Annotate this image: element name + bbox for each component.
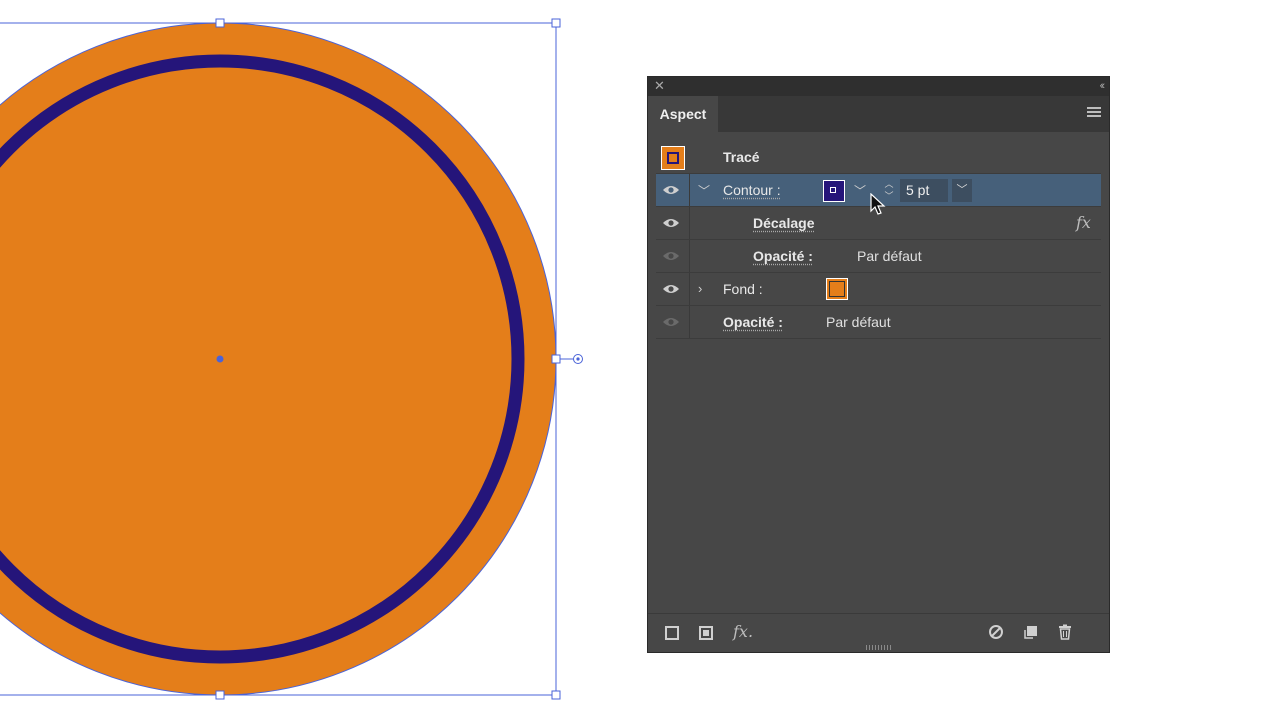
row-divider bbox=[689, 174, 690, 206]
panel-menu-icon[interactable] bbox=[1087, 107, 1101, 119]
object-thumbnail bbox=[661, 146, 685, 170]
stroke-opacity-label[interactable]: Opacité : bbox=[753, 248, 813, 264]
swatch-dropdown-chevron-icon[interactable]: ﹀ bbox=[854, 182, 866, 199]
tab-aspect[interactable]: Aspect bbox=[648, 96, 718, 132]
artwork-canvas[interactable] bbox=[0, 0, 640, 720]
row-fill[interactable]: › Fond : bbox=[656, 273, 1101, 306]
duplicate-item-icon[interactable] bbox=[1023, 624, 1039, 640]
add-new-fill-icon[interactable] bbox=[699, 626, 713, 640]
row-divider bbox=[689, 240, 690, 272]
offset-effect-label[interactable]: Décalage bbox=[753, 215, 814, 231]
opacity-value: Par défaut bbox=[826, 314, 891, 330]
handle-bottom-middle[interactable] bbox=[215, 690, 225, 700]
panel-resize-grip[interactable] bbox=[865, 645, 892, 650]
stroke-opacity-value: Par défaut bbox=[857, 248, 922, 264]
row-divider bbox=[689, 306, 690, 338]
row-divider bbox=[689, 273, 690, 305]
handle-top-middle[interactable] bbox=[215, 18, 225, 28]
close-icon[interactable]: ✕ bbox=[654, 78, 665, 94]
fx-icon[interactable]: fx bbox=[1076, 213, 1091, 232]
fill-label[interactable]: Fond : bbox=[723, 281, 763, 297]
eye-icon[interactable] bbox=[662, 282, 680, 296]
clear-appearance-icon[interactable] bbox=[988, 624, 1004, 640]
object-label: Tracé bbox=[723, 149, 760, 165]
weight-dropdown-chevron-icon[interactable]: ﹀ bbox=[952, 179, 972, 202]
row-object[interactable]: Tracé bbox=[656, 141, 1101, 174]
chevron-right-icon[interactable]: › bbox=[698, 281, 702, 296]
add-new-effect-icon[interactable]: fx. bbox=[733, 622, 753, 641]
center-point bbox=[216, 355, 224, 363]
handle-bottom-right[interactable] bbox=[551, 690, 561, 700]
panel-bottom-toolbar: fx. bbox=[648, 613, 1109, 652]
row-opacity[interactable]: Opacité : Par défaut bbox=[656, 306, 1101, 339]
panel-tabbar: Aspect bbox=[648, 96, 1109, 132]
circle-fill[interactable] bbox=[0, 23, 556, 695]
collapse-icon[interactable]: ‹‹ bbox=[1100, 78, 1106, 94]
handle-middle-right[interactable] bbox=[551, 354, 561, 364]
appearance-panel: ✕ ‹‹ Aspect Tracé ﹀ Contour : ﹀ ︿ ﹀ 5 pt… bbox=[647, 76, 1110, 653]
mouse-pointer-icon bbox=[870, 193, 886, 215]
panel-titlebar[interactable]: ✕ ‹‹ bbox=[648, 77, 1109, 96]
row-stroke-opacity[interactable]: Opacité : Par défaut bbox=[656, 240, 1101, 273]
handle-top-right[interactable] bbox=[551, 18, 561, 28]
fill-color-swatch[interactable] bbox=[826, 278, 848, 300]
opacity-label[interactable]: Opacité : bbox=[723, 314, 783, 330]
artboard[interactable] bbox=[0, 0, 640, 720]
row-divider bbox=[689, 207, 690, 239]
stroke-color-swatch[interactable] bbox=[823, 180, 845, 202]
stepper-up-icon[interactable]: ︿ bbox=[880, 178, 898, 190]
add-new-stroke-icon[interactable] bbox=[665, 626, 679, 640]
eye-icon[interactable] bbox=[662, 216, 680, 230]
trash-icon[interactable] bbox=[1057, 624, 1073, 640]
eye-icon[interactable] bbox=[662, 183, 680, 197]
stroke-label[interactable]: Contour : bbox=[723, 182, 781, 198]
eye-icon[interactable] bbox=[662, 315, 680, 329]
chevron-down-icon[interactable]: ﹀ bbox=[698, 182, 710, 199]
eye-icon[interactable] bbox=[662, 249, 680, 263]
stroke-weight-field[interactable]: 5 pt bbox=[900, 179, 948, 202]
pie-widget-dot bbox=[576, 357, 580, 361]
